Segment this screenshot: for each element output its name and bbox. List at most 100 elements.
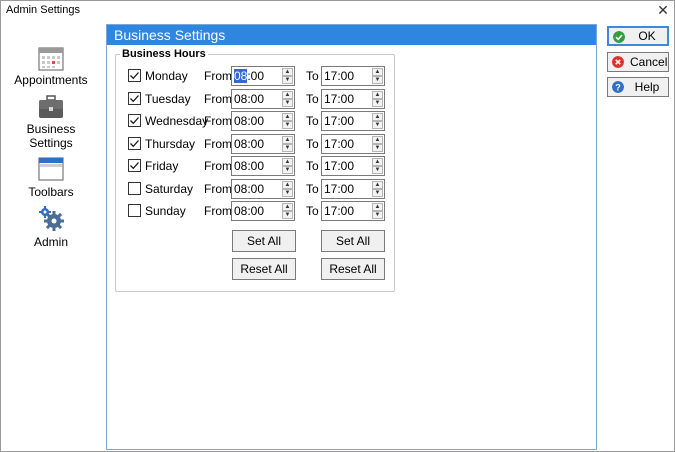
panel-header: Business Settings	[107, 25, 596, 45]
checkmark-icon	[130, 95, 139, 103]
spinner-down-icon[interactable]: ▼	[282, 76, 293, 84]
spinner-down-icon[interactable]: ▼	[372, 121, 383, 129]
spinner-down-icon[interactable]: ▼	[282, 189, 293, 197]
spinner-down-icon[interactable]: ▼	[372, 76, 383, 84]
from-time-spinner[interactable]: ▲▼	[231, 201, 295, 221]
to-time-spinner[interactable]: ▲▼	[321, 156, 385, 176]
day-checkbox-sunday[interactable]	[128, 204, 141, 217]
from-time-input[interactable]	[232, 135, 282, 153]
help-button[interactable]: ? Help	[607, 77, 669, 97]
spinner-down-icon[interactable]: ▼	[282, 211, 293, 219]
cancel-button[interactable]: Cancel	[607, 52, 669, 72]
spinner-down-icon[interactable]: ▼	[372, 144, 383, 152]
spinner-up-icon[interactable]: ▲	[282, 136, 293, 144]
spinner-up-icon[interactable]: ▲	[282, 113, 293, 121]
reset-all-to-button[interactable]: Reset All	[321, 258, 385, 280]
nav-label-business-settings-1: Business	[26, 122, 76, 136]
to-time-spinner[interactable]: ▲▼	[321, 66, 385, 86]
ok-button[interactable]: OK	[607, 26, 669, 46]
from-time-input[interactable]	[232, 90, 282, 108]
set-all-from-button[interactable]: Set All	[232, 230, 296, 252]
from-time-spinner[interactable]: ▲▼	[231, 111, 295, 131]
day-checkbox-thursday[interactable]	[128, 137, 141, 150]
to-time-input[interactable]	[322, 202, 372, 220]
spinner-up-icon[interactable]: ▲	[372, 136, 383, 144]
svg-text:?: ?	[615, 82, 621, 92]
gears-icon	[39, 206, 64, 231]
nav-item-appointments[interactable]: Appointments	[1, 41, 101, 91]
day-checkbox-monday[interactable]	[128, 69, 141, 82]
reset-all-from-button[interactable]: Reset All	[232, 258, 296, 280]
spinner-buttons: ▲ ▼	[372, 68, 383, 84]
spinner-down-icon[interactable]: ▼	[372, 189, 383, 197]
to-time-spinner[interactable]: ▲▼	[321, 134, 385, 154]
day-checkbox-tuesday[interactable]	[128, 92, 141, 105]
nav-item-admin[interactable]: Admin	[1, 203, 101, 251]
nav-item-business-settings[interactable]: Business Settings	[1, 91, 101, 151]
spinner-up-icon[interactable]: ▲	[282, 91, 293, 99]
spinner-buttons: ▲ ▼	[372, 181, 383, 197]
from-time-spinner[interactable]: ▲▼	[231, 89, 295, 109]
spinner-up-icon[interactable]: ▲	[372, 158, 383, 166]
to-time-input[interactable]	[322, 180, 372, 198]
from-time-spinner[interactable]: ▲▼	[231, 134, 295, 154]
help-button-label: Help	[634, 80, 660, 94]
from-time-spinner[interactable]: ▲▼	[231, 179, 295, 199]
spinner-down-icon[interactable]: ▼	[372, 166, 383, 174]
spinner-down-icon[interactable]: ▼	[282, 121, 293, 129]
to-time-input[interactable]	[322, 135, 372, 153]
from-time-input[interactable]	[232, 202, 282, 220]
spinner-down-icon[interactable]: ▼	[282, 166, 293, 174]
briefcase-icon	[39, 95, 63, 118]
spinner-down-icon[interactable]: ▼	[372, 211, 383, 219]
day-label: Monday	[145, 69, 188, 83]
from-time-spinner[interactable]: ▲▼	[231, 156, 295, 176]
spinner-buttons: ▲ ▼	[372, 91, 383, 107]
from-time-input[interactable]	[232, 112, 282, 130]
to-time-spinner[interactable]: ▲▼	[321, 89, 385, 109]
to-time-input[interactable]	[322, 157, 372, 175]
spinner-down-icon[interactable]: ▼	[282, 99, 293, 107]
to-time-spinner[interactable]: ▲▼	[321, 111, 385, 131]
from-time-spinner[interactable]: ▲▼	[231, 66, 295, 86]
to-time-input[interactable]	[322, 67, 372, 85]
spinner-buttons: ▲ ▼	[282, 158, 293, 174]
spinner-up-icon[interactable]: ▲	[372, 203, 383, 211]
nav-item-toolbars[interactable]: Toolbars	[1, 153, 101, 201]
day-checkbox-wednesday[interactable]	[128, 114, 141, 127]
spinner-up-icon[interactable]: ▲	[372, 181, 383, 189]
spinner-up-icon[interactable]: ▲	[372, 68, 383, 76]
to-label: To	[306, 92, 319, 106]
spinner-buttons: ▲ ▼	[282, 91, 293, 107]
spinner-buttons: ▲ ▼	[282, 113, 293, 129]
day-checkbox-friday[interactable]	[128, 159, 141, 172]
spinner-down-icon[interactable]: ▼	[372, 99, 383, 107]
day-label: Saturday	[145, 182, 194, 196]
set-all-to-button[interactable]: Set All	[321, 230, 385, 252]
to-label: To	[306, 159, 319, 173]
spinner-up-icon[interactable]: ▲	[282, 158, 293, 166]
to-label: To	[306, 69, 319, 83]
from-time-input[interactable]	[232, 157, 282, 175]
title-bar: Admin Settings ✕	[1, 1, 674, 21]
day-label: Wednesday	[145, 114, 209, 128]
to-time-spinner[interactable]: ▲▼	[321, 179, 385, 199]
spinner-buttons: ▲ ▼	[372, 113, 383, 129]
spinner-down-icon[interactable]: ▼	[282, 144, 293, 152]
spinner-buttons: ▲ ▼	[372, 136, 383, 152]
day-row-friday: FridayFromTo▲▼▲▼	[116, 156, 396, 176]
from-time-input[interactable]	[232, 67, 282, 85]
spinner-up-icon[interactable]: ▲	[282, 68, 293, 76]
to-time-spinner[interactable]: ▲▼	[321, 201, 385, 221]
from-time-input[interactable]	[232, 180, 282, 198]
to-label: To	[306, 182, 319, 196]
spinner-up-icon[interactable]: ▲	[282, 203, 293, 211]
to-time-input[interactable]	[322, 90, 372, 108]
close-icon[interactable]: ✕	[652, 1, 674, 19]
spinner-buttons: ▲ ▼	[282, 203, 293, 219]
spinner-up-icon[interactable]: ▲	[372, 91, 383, 99]
day-checkbox-saturday[interactable]	[128, 182, 141, 195]
spinner-up-icon[interactable]: ▲	[372, 113, 383, 121]
to-time-input[interactable]	[322, 112, 372, 130]
spinner-up-icon[interactable]: ▲	[282, 181, 293, 189]
